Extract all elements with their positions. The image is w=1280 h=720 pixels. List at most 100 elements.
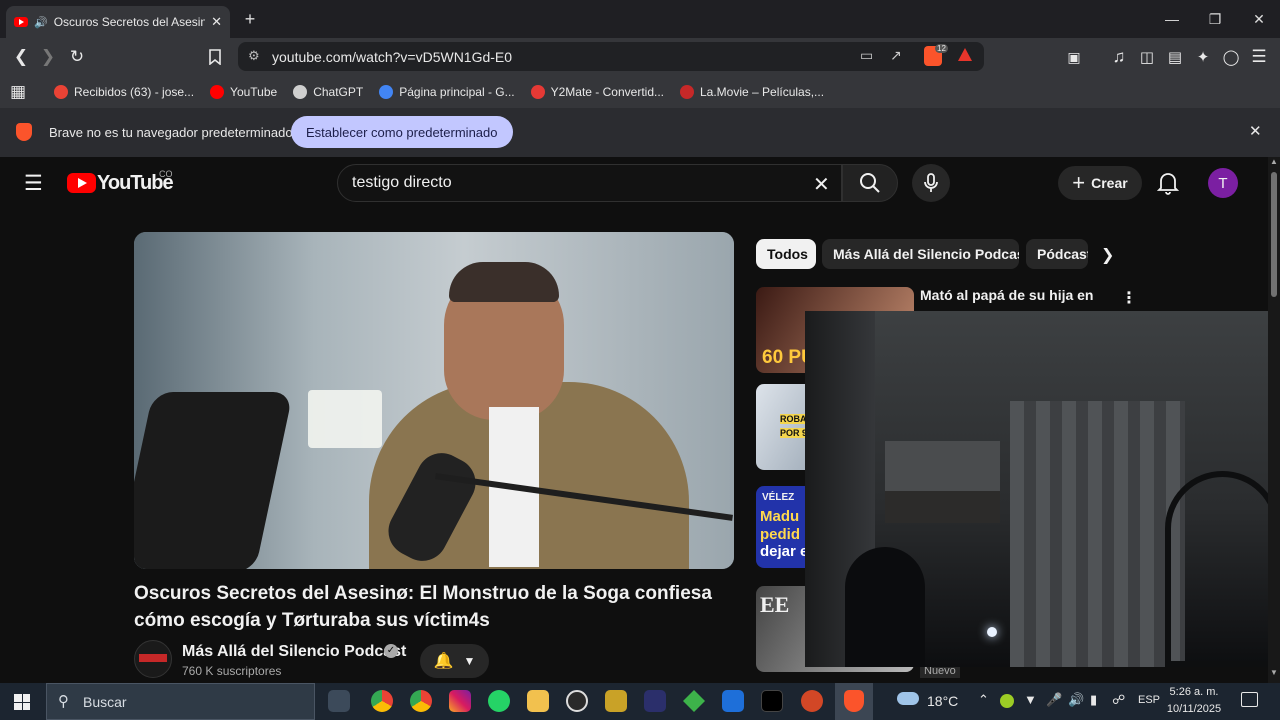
lamovie-icon xyxy=(680,85,694,99)
chevron-down-icon: ▼ xyxy=(463,654,476,668)
reload-icon[interactable]: ↻ xyxy=(65,46,89,68)
restore-icon[interactable]: ❐ xyxy=(1203,8,1227,30)
microphone-tray-icon[interactable]: 🎤 xyxy=(1046,692,1062,708)
brave-rewards-icon[interactable] xyxy=(958,48,972,61)
avatar[interactable]: T xyxy=(1208,168,1238,198)
bookmark-item[interactable]: YouTube xyxy=(210,85,277,99)
search-input[interactable]: testigo directo ✕ xyxy=(337,164,842,202)
battery-icon[interactable]: ▮ xyxy=(1090,692,1097,708)
menu-icon[interactable]: ☰ xyxy=(1247,46,1271,68)
notifications-bell-icon[interactable] xyxy=(1156,171,1180,200)
windows-start-icon[interactable] xyxy=(14,694,30,710)
camera-overlay[interactable] xyxy=(805,311,1280,667)
input-language[interactable]: ESP xyxy=(1138,694,1160,706)
scrollbar-thumb[interactable] xyxy=(1271,172,1277,297)
youtube-logo-icon[interactable] xyxy=(67,173,96,193)
usb-icon[interactable]: ▼ xyxy=(1024,692,1037,707)
app-icon-2[interactable] xyxy=(644,690,666,712)
app-icon-3[interactable] xyxy=(722,690,744,712)
bookmark-item[interactable]: Y2Mate - Convertid... xyxy=(530,85,664,99)
bookmark-label: La.Movie – Películas,... xyxy=(700,85,825,99)
brave-logo-icon xyxy=(16,123,32,141)
app-icon-1[interactable] xyxy=(605,690,627,712)
weather-cloud-icon[interactable] xyxy=(897,692,919,705)
tray-app-icon[interactable] xyxy=(1000,694,1014,708)
close-infobar-icon[interactable]: ✕ xyxy=(1249,122,1262,140)
active-tab[interactable]: 🔊 Oscuros Secretos del Asesinø ✕ xyxy=(6,6,230,38)
apps-grid-icon[interactable]: ▦ xyxy=(6,81,30,103)
create-button[interactable]: + Crear xyxy=(1058,166,1142,200)
channel-avatar[interactable] xyxy=(134,640,172,678)
clock-date[interactable]: 10/11/2025 xyxy=(1164,703,1224,715)
page-scrollbar[interactable]: ▲ ▼ xyxy=(1268,157,1280,683)
channel-name[interactable]: Más Allá del Silencio Podcast xyxy=(182,643,406,661)
media-icon[interactable]: ♫ xyxy=(1107,46,1131,68)
recommendation-title-1[interactable]: Mató al papá de su hija en xyxy=(920,287,1093,303)
chip-channel[interactable]: Más Allá del Silencio Podcast xyxy=(822,239,1019,269)
plus-icon: + xyxy=(1072,170,1086,195)
close-window-icon[interactable]: ✕ xyxy=(1247,8,1271,30)
taskbar-active-brave[interactable] xyxy=(835,683,873,720)
share-icon[interactable]: ↗ xyxy=(890,47,902,64)
clock-time[interactable]: 5:26 a. m. xyxy=(1164,686,1224,698)
search-button[interactable] xyxy=(842,164,898,202)
task-view-icon[interactable] xyxy=(328,690,350,712)
weather-temp[interactable]: 18°C xyxy=(927,693,958,709)
video-player[interactable] xyxy=(134,232,734,569)
leo-ai-icon[interactable]: ✦ xyxy=(1191,46,1215,68)
country-code: CO xyxy=(159,169,173,179)
instagram-icon[interactable] xyxy=(449,690,471,712)
site-info-icon[interactable]: ⚙ xyxy=(248,48,260,64)
reader-mode-icon[interactable]: ▣ xyxy=(1062,46,1086,68)
chatgpt-icon xyxy=(293,85,308,99)
minimize-icon[interactable]: — xyxy=(1160,8,1184,30)
wallet-icon[interactable]: ▤ xyxy=(1163,46,1187,68)
chip-podcast[interactable]: Pódcast xyxy=(1026,239,1088,269)
bookmark-item[interactable]: Página principal - G... xyxy=(379,85,515,99)
taskbar-search-box[interactable]: ⚲ Buscar xyxy=(46,683,315,720)
subscribed-notifications-button[interactable]: 🔔 ▼ xyxy=(420,644,489,678)
infobar-message: Brave no es tu navegador predeterminado xyxy=(49,125,293,140)
cast-icon[interactable]: ▭ xyxy=(860,47,873,64)
chips-next-icon[interactable]: ❯ xyxy=(1101,245,1114,265)
notifications-center-icon[interactable] xyxy=(1241,692,1258,707)
verified-icon: ✓ xyxy=(384,644,398,658)
chrome-profile-icon[interactable] xyxy=(410,690,432,712)
chrome-icon[interactable] xyxy=(371,690,393,712)
bookmark-item[interactable]: Recibidos (63) - jose... xyxy=(54,85,194,99)
sidebar-icon[interactable]: ◫ xyxy=(1135,46,1159,68)
whatsapp-icon[interactable] xyxy=(488,690,510,712)
bookmark-icon[interactable] xyxy=(203,46,227,68)
guide-menu-icon[interactable]: ☰ xyxy=(24,171,43,196)
powerpoint-icon[interactable] xyxy=(801,690,823,712)
obs-icon[interactable] xyxy=(566,690,588,712)
more-options-icon[interactable]: ⋮ xyxy=(1121,288,1137,308)
address-bar[interactable]: ⚙ youtube.com/watch?v=vD5WN1Gd-E0 ▭ ↗ 12 xyxy=(238,42,984,71)
bookmark-item[interactable]: La.Movie – Películas,... xyxy=(680,85,824,99)
volume-icon[interactable]: 🔊 xyxy=(1068,692,1084,708)
url-text: youtube.com/watch?v=vD5WN1Gd-E0 xyxy=(272,48,513,65)
file-explorer-icon[interactable] xyxy=(527,690,549,712)
close-tab-icon[interactable]: ✕ xyxy=(211,14,222,30)
set-default-button[interactable]: Establecer como predeterminado xyxy=(291,116,513,148)
bookmark-item[interactable]: ChatGPT xyxy=(293,85,363,99)
network-icon[interactable]: ☍ xyxy=(1112,692,1125,708)
new-tab-button[interactable]: + xyxy=(238,8,262,30)
back-icon[interactable]: ❮ xyxy=(9,46,33,68)
taskbar-search-placeholder: Buscar xyxy=(83,693,127,710)
bookmarks-bar: ▦ Recibidos (63) - jose... YouTube ChatGPT… xyxy=(0,76,1280,108)
subscriber-count: 760 K suscriptores xyxy=(182,664,282,678)
thumb-3-text-2: Madu xyxy=(760,508,800,525)
scroll-down-icon[interactable]: ▼ xyxy=(1270,668,1278,677)
vpn-shield-icon[interactable]: ◯ xyxy=(1219,46,1243,68)
voice-search-button[interactable] xyxy=(912,164,950,202)
thumb-4-text: EE xyxy=(760,592,790,617)
chip-todos[interactable]: Todos xyxy=(756,239,816,269)
search-query: testigo directo xyxy=(352,174,452,191)
clear-search-icon[interactable]: ✕ xyxy=(813,172,830,197)
audio-playing-icon[interactable]: 🔊 xyxy=(34,16,48,29)
show-hidden-icons-icon[interactable]: ⌃ xyxy=(978,692,989,708)
tiktok-icon[interactable] xyxy=(761,690,783,712)
scroll-up-icon[interactable]: ▲ xyxy=(1270,157,1278,166)
forward-icon[interactable]: ❯ xyxy=(36,46,60,68)
